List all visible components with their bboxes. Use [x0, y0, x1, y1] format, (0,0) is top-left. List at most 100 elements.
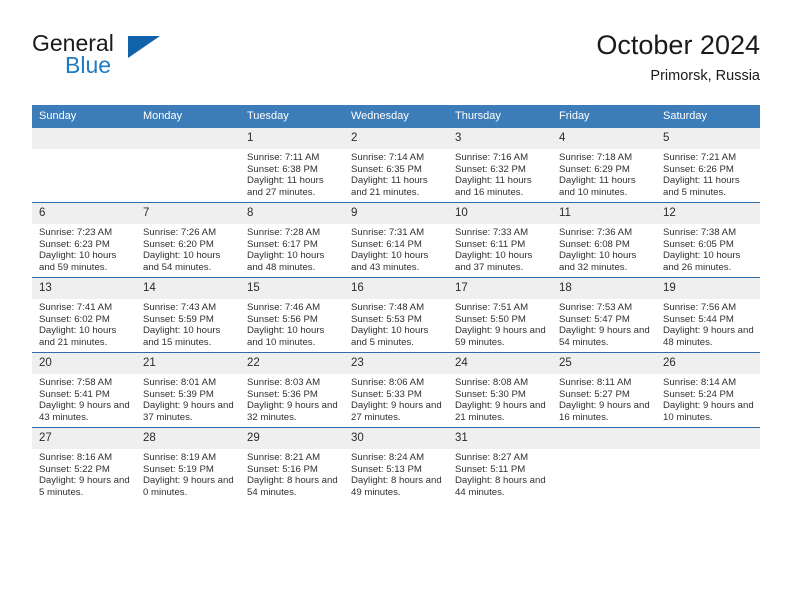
calendar-week-row: 27 Sunrise: 8:16 AM Sunset: 5:22 PM Dayligh… [32, 427, 760, 502]
sunrise-text: Sunrise: 8:08 AM [455, 377, 529, 388]
day-sun-info: Sunrise: 7:38 AM Sunset: 6:05 PM Daylight:… [656, 224, 760, 273]
calendar-day-cell[interactable]: 3 Sunrise: 7:16 AM Sunset: 6:32 PM Daylight… [448, 128, 552, 203]
calendar-day-cell[interactable]: 5 Sunrise: 7:21 AM Sunset: 6:26 PM Daylight… [656, 128, 760, 203]
daylight-text: Daylight: 8 hours and 44 minutes. [455, 475, 546, 498]
day-number: 28 [136, 428, 240, 449]
weekday-header-monday: Monday [136, 105, 240, 128]
day-cell-content: 26 Sunrise: 8:14 AM Sunset: 5:24 PM Dayligh… [656, 353, 760, 427]
calendar-day-cell[interactable]: 16 Sunrise: 7:48 AM Sunset: 5:53 PM Dayligh… [344, 277, 448, 353]
day-sun-info: Sunrise: 7:28 AM Sunset: 6:17 PM Daylight:… [240, 224, 344, 273]
daylight-text: Daylight: 9 hours and 43 minutes. [39, 400, 130, 423]
day-sun-info: Sunrise: 8:08 AM Sunset: 5:30 PM Daylight:… [448, 374, 552, 423]
day-cell-content: 13 Sunrise: 7:41 AM Sunset: 6:02 PM Dayligh… [32, 278, 136, 352]
sunrise-text: Sunrise: 8:03 AM [247, 377, 321, 388]
calendar-day-cell[interactable]: 17 Sunrise: 7:51 AM Sunset: 5:50 PM Dayligh… [448, 277, 552, 353]
day-sun-info: Sunrise: 8:11 AM Sunset: 5:27 PM Daylight:… [552, 374, 656, 423]
calendar-day-cell[interactable]: 12 Sunrise: 7:38 AM Sunset: 6:05 PM Dayligh… [656, 202, 760, 278]
weekday-header-row: Sunday Monday Tuesday Wednesday Thursday Frid… [32, 105, 760, 128]
general-blue-logo[interactable]: General Blue [32, 30, 232, 86]
day-number [552, 428, 656, 449]
calendar-day-cell[interactable]: 28 Sunrise: 8:19 AM Sunset: 5:19 PM Dayligh… [136, 427, 240, 502]
sunrise-text: Sunrise: 7:51 AM [455, 302, 529, 313]
day-number: 3 [448, 128, 552, 149]
sunrise-text: Sunrise: 8:14 AM [663, 377, 737, 388]
day-sun-info: Sunrise: 7:26 AM Sunset: 6:20 PM Daylight:… [136, 224, 240, 273]
calendar-day-cell[interactable]: 15 Sunrise: 7:46 AM Sunset: 5:56 PM Dayligh… [240, 277, 344, 353]
calendar-cell-empty [656, 427, 760, 502]
day-sun-info: Sunrise: 7:21 AM Sunset: 6:26 PM Daylight:… [656, 149, 760, 198]
calendar-day-cell[interactable]: 7 Sunrise: 7:26 AM Sunset: 6:20 PM Daylight… [136, 202, 240, 278]
calendar-day-cell[interactable]: 8 Sunrise: 7:28 AM Sunset: 6:17 PM Daylight… [240, 202, 344, 278]
day-number: 31 [448, 428, 552, 449]
sunrise-text: Sunrise: 8:19 AM [143, 452, 217, 463]
sunrise-text: Sunrise: 7:48 AM [351, 302, 425, 313]
calendar-day-cell[interactable]: 6 Sunrise: 7:23 AM Sunset: 6:23 PM Daylight… [32, 202, 136, 278]
calendar-day-cell[interactable]: 10 Sunrise: 7:33 AM Sunset: 6:11 PM Dayligh… [448, 202, 552, 278]
daylight-text: Daylight: 8 hours and 49 minutes. [351, 475, 442, 498]
day-number: 24 [448, 353, 552, 374]
day-sun-info: Sunrise: 8:19 AM Sunset: 5:19 PM Daylight:… [136, 449, 240, 498]
calendar-day-cell[interactable]: 13 Sunrise: 7:41 AM Sunset: 6:02 PM Dayligh… [32, 277, 136, 353]
calendar-day-cell[interactable]: 14 Sunrise: 7:43 AM Sunset: 5:59 PM Dayligh… [136, 277, 240, 353]
calendar-day-cell[interactable]: 25 Sunrise: 8:11 AM Sunset: 5:27 PM Dayligh… [552, 352, 656, 428]
day-cell-content: 5 Sunrise: 7:21 AM Sunset: 6:26 PM Daylight… [656, 128, 760, 202]
calendar-day-cell[interactable]: 1 Sunrise: 7:11 AM Sunset: 6:38 PM Daylight… [240, 128, 344, 203]
sunset-text: Sunset: 6:38 PM [247, 163, 318, 175]
page-header: General Blue October 2024 Primorsk, Russ… [32, 28, 760, 90]
sunset-text: Sunset: 5:36 PM [247, 388, 318, 400]
calendar-day-cell[interactable]: 19 Sunrise: 7:56 AM Sunset: 5:44 PM Dayligh… [656, 277, 760, 353]
weekday-header-wednesday: Wednesday [344, 105, 448, 128]
sunrise-text: Sunrise: 7:36 AM [559, 227, 633, 238]
day-number: 20 [32, 353, 136, 374]
sunset-text: Sunset: 5:13 PM [351, 463, 422, 475]
calendar-day-cell[interactable]: 20 Sunrise: 7:58 AM Sunset: 5:41 PM Dayligh… [32, 352, 136, 428]
daylight-text: Daylight: 9 hours and 32 minutes. [247, 400, 338, 423]
day-number: 29 [240, 428, 344, 449]
daylight-text: Daylight: 9 hours and 0 minutes. [143, 475, 234, 498]
day-sun-info: Sunrise: 8:24 AM Sunset: 5:13 PM Daylight:… [344, 449, 448, 498]
day-cell-content: 7 Sunrise: 7:26 AM Sunset: 6:20 PM Daylight… [136, 203, 240, 277]
calendar-day-cell[interactable]: 27 Sunrise: 8:16 AM Sunset: 5:22 PM Dayligh… [32, 427, 136, 502]
calendar-day-cell[interactable]: 30 Sunrise: 8:24 AM Sunset: 5:13 PM Dayligh… [344, 427, 448, 502]
day-sun-info: Sunrise: 7:23 AM Sunset: 6:23 PM Daylight:… [32, 224, 136, 273]
sunset-text: Sunset: 5:22 PM [39, 463, 110, 475]
calendar-day-cell[interactable]: 29 Sunrise: 8:21 AM Sunset: 5:16 PM Dayligh… [240, 427, 344, 502]
calendar-day-cell[interactable]: 11 Sunrise: 7:36 AM Sunset: 6:08 PM Dayligh… [552, 202, 656, 278]
day-number: 16 [344, 278, 448, 299]
day-number: 5 [656, 128, 760, 149]
day-number: 7 [136, 203, 240, 224]
calendar-day-cell[interactable]: 24 Sunrise: 8:08 AM Sunset: 5:30 PM Dayligh… [448, 352, 552, 428]
page-title: October 2024 [596, 30, 760, 60]
weekday-header-friday: Friday [552, 105, 656, 128]
calendar-day-cell[interactable]: 2 Sunrise: 7:14 AM Sunset: 6:35 PM Daylight… [344, 128, 448, 203]
calendar-day-cell[interactable]: 26 Sunrise: 8:14 AM Sunset: 5:24 PM Dayligh… [656, 352, 760, 428]
day-sun-info: Sunrise: 7:16 AM Sunset: 6:32 PM Daylight:… [448, 149, 552, 198]
daylight-text: Daylight: 11 hours and 5 minutes. [663, 175, 740, 198]
day-cell-content: 23 Sunrise: 8:06 AM Sunset: 5:33 PM Dayligh… [344, 353, 448, 427]
day-number: 1 [240, 128, 344, 149]
calendar-page: General Blue October 2024 Primorsk, Russ… [0, 0, 792, 612]
day-number: 9 [344, 203, 448, 224]
sunset-text: Sunset: 5:53 PM [351, 313, 422, 325]
day-sun-info: Sunrise: 7:53 AM Sunset: 5:47 PM Daylight:… [552, 299, 656, 348]
calendar-day-cell[interactable]: 22 Sunrise: 8:03 AM Sunset: 5:36 PM Dayligh… [240, 352, 344, 428]
daylight-text: Daylight: 10 hours and 43 minutes. [351, 250, 429, 273]
calendar-day-cell[interactable]: 4 Sunrise: 7:18 AM Sunset: 6:29 PM Daylight… [552, 128, 656, 203]
sunset-text: Sunset: 6:17 PM [247, 238, 318, 250]
day-cell-content: 30 Sunrise: 8:24 AM Sunset: 5:13 PM Dayligh… [344, 428, 448, 502]
calendar-day-cell[interactable]: 31 Sunrise: 8:27 AM Sunset: 5:11 PM Dayligh… [448, 427, 552, 502]
sunset-text: Sunset: 6:26 PM [663, 163, 734, 175]
day-cell-content: 2 Sunrise: 7:14 AM Sunset: 6:35 PM Daylight… [344, 128, 448, 202]
day-cell-content: 10 Sunrise: 7:33 AM Sunset: 6:11 PM Dayligh… [448, 203, 552, 277]
daylight-text: Daylight: 10 hours and 21 minutes. [39, 325, 117, 348]
calendar-day-cell[interactable]: 21 Sunrise: 8:01 AM Sunset: 5:39 PM Dayligh… [136, 352, 240, 428]
day-number [32, 128, 136, 149]
calendar-day-cell[interactable]: 9 Sunrise: 7:31 AM Sunset: 6:14 PM Daylight… [344, 202, 448, 278]
day-number: 27 [32, 428, 136, 449]
sunset-text: Sunset: 5:50 PM [455, 313, 526, 325]
calendar-day-cell[interactable]: 23 Sunrise: 8:06 AM Sunset: 5:33 PM Dayligh… [344, 352, 448, 428]
day-cell-content: 20 Sunrise: 7:58 AM Sunset: 5:41 PM Dayligh… [32, 353, 136, 427]
calendar-day-cell[interactable]: 18 Sunrise: 7:53 AM Sunset: 5:47 PM Dayligh… [552, 277, 656, 353]
sunset-text: Sunset: 5:19 PM [143, 463, 214, 475]
sunrise-sunset-calendar-table: Sunday Monday Tuesday Wednesday Thursday Frid… [32, 105, 760, 502]
